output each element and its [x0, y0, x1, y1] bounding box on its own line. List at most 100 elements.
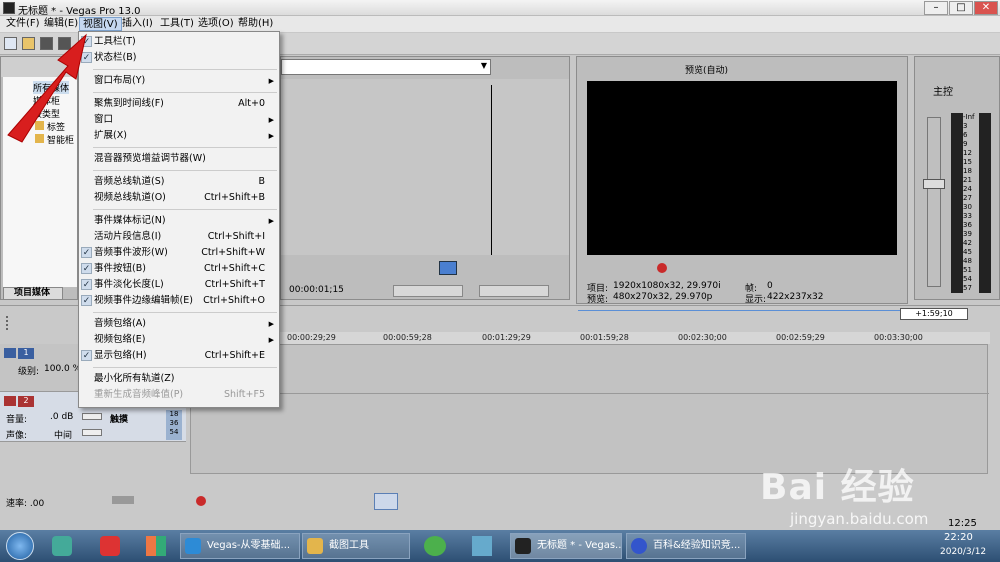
menu-help[interactable]: 帮助(H)	[235, 17, 276, 31]
menu-separator	[93, 312, 277, 313]
trimmer-source-dropdown[interactable]: ▼	[281, 59, 491, 75]
start-button[interactable]	[6, 532, 34, 560]
view-menu-item[interactable]: 混音器预览增益调节器(W)	[79, 151, 279, 167]
view-menu-item[interactable]: ✓ 工具栏(T)	[79, 34, 279, 50]
taskbar-item[interactable]: 截图工具	[302, 533, 410, 559]
menu-item-label: 音频事件波形(W)	[94, 247, 168, 258]
checkmark-icon: ✓	[81, 263, 92, 274]
watermark-url: jingyan.baidu.com	[790, 510, 929, 528]
master-bus-panel: 主控 -Inf 3 6 9 12 15 18 21 24 27 30 33 36 39 42 45 48 51 54…	[914, 56, 1000, 300]
menu-item-label: 音频包络(A)	[94, 318, 146, 329]
view-menu-item[interactable]: 音频包络(A) ▶	[79, 316, 279, 332]
view-menu-item[interactable]: ✓ 状态栏(B)	[79, 50, 279, 66]
preview-label: 预览:	[587, 295, 609, 305]
view-menu-dropdown: ✓ 工具栏(T) ✓ 状态栏(B) 窗口布局(Y) ▶ 聚焦到时间线(F) Alt+0 窗口 ▶ 扩…	[78, 31, 280, 408]
menu-item-shortcut: Ctrl+Shift+O	[203, 295, 265, 306]
grip-handle[interactable]	[6, 316, 10, 330]
meter-scale-label: 30	[963, 203, 972, 211]
record-icon[interactable]	[657, 263, 667, 273]
meter-scale-label: 48	[963, 257, 972, 265]
view-menu-item[interactable]: 最小化所有轨道(Z)	[79, 371, 279, 387]
view-menu-item[interactable]: 事件媒体标记(N) ▶	[79, 213, 279, 229]
view-menu-item[interactable]: 窗口 ▶	[79, 112, 279, 128]
menu-item-shortcut: Ctrl+Shift+B	[204, 192, 265, 203]
view-menu-item[interactable]: 扩展(X) ▶	[79, 128, 279, 144]
trimmer-mode-button[interactable]	[439, 261, 457, 275]
menu-tools[interactable]: 工具(T)	[157, 17, 197, 31]
volume-value: .0 dB	[50, 412, 74, 422]
menu-item-label: 聚焦到时间线(F)	[94, 98, 164, 109]
rate-slider[interactable]	[112, 496, 134, 504]
out-region-bar[interactable]	[479, 285, 549, 297]
pinned-app-icon[interactable]	[52, 536, 72, 556]
ruler-label: 00:01:29;29	[482, 333, 531, 342]
ruler-label: 00:02:59;29	[776, 333, 825, 342]
taskbar-item[interactable]: Vegas-从零基础...	[180, 533, 300, 559]
pinned-app-icon[interactable]	[100, 536, 120, 556]
menu-separator	[93, 209, 277, 210]
minimize-button[interactable]: –	[924, 1, 948, 15]
pinned-app-icon[interactable]	[146, 536, 166, 556]
automation-mode[interactable]: 触摸	[110, 412, 128, 425]
in-region-bar[interactable]	[393, 285, 463, 297]
track-number: 1	[18, 348, 34, 359]
vegas-app-icon	[3, 2, 15, 14]
maximize-button[interactable]: □	[949, 1, 973, 15]
meter-scale-label: 45	[963, 248, 972, 256]
menu-item-label: 最小化所有轨道(Z)	[94, 373, 175, 384]
master-fader-handle[interactable]	[923, 179, 945, 189]
taskbar-item-active[interactable]: 无标题 * - Vegas...	[510, 533, 622, 559]
sogou-icon	[185, 538, 201, 554]
record-icon[interactable]	[196, 496, 206, 506]
track-lanes[interactable]	[190, 344, 989, 474]
pinned-app-icon[interactable]	[472, 536, 492, 556]
folder-icon	[307, 538, 323, 554]
view-menu-item[interactable]: 聚焦到时间线(F) Alt+0	[79, 96, 279, 112]
menu-item-label: 重新生成音频峰值(P)	[94, 389, 184, 400]
view-menu-item[interactable]: 窗口布局(Y) ▶	[79, 73, 279, 89]
close-button[interactable]: ✕	[974, 1, 998, 15]
meter-scale-label: 15	[963, 158, 972, 166]
lane-divider	[191, 393, 989, 394]
window-title: 无标题 * - Vegas Pro 13.0	[18, 6, 141, 17]
menu-edit[interactable]: 编辑(E)	[41, 17, 81, 31]
menu-item-shortcut: Alt+0	[238, 98, 265, 109]
view-menu-item[interactable]: ✓ 视频事件边缘编辑帧(E) Ctrl+Shift+O	[79, 293, 279, 309]
preview-quality-dropdown[interactable]: 预览(自动)	[685, 63, 728, 76]
menu-item-label: 窗口	[94, 114, 114, 125]
menu-item-label: 混音器预览增益调节器(W)	[94, 153, 206, 164]
view-menu-item[interactable]: ✓ 显示包络(H) Ctrl+Shift+E	[79, 348, 279, 364]
level-value[interactable]: 100.0 %	[44, 364, 81, 374]
ruler-label: 00:02:30;00	[678, 333, 727, 342]
menu-view[interactable]: 视图(V)	[79, 17, 122, 31]
menu-item-shortcut: Ctrl+Shift+T	[204, 279, 265, 290]
menu-file[interactable]: 文件(F)	[3, 17, 43, 31]
view-menu-item[interactable]: ✓ 事件淡化长度(L) Ctrl+Shift+T	[79, 277, 279, 293]
pan-slider[interactable]	[82, 429, 102, 436]
view-menu-item[interactable]: 视频包络(E) ▶	[79, 332, 279, 348]
edit-tool-button[interactable]	[374, 493, 398, 510]
ruler-label: 00:01:59;28	[580, 333, 629, 342]
view-menu-item[interactable]: 音频总线轨道(S) B	[79, 174, 279, 190]
master-fader-track	[927, 117, 941, 287]
time-ruler[interactable]: 00:00:29;29 00:00:59;28 00:01:29;29 00:0…	[190, 332, 990, 344]
meter-label: 36	[169, 419, 179, 427]
menu-options[interactable]: 选项(O)	[195, 17, 237, 31]
view-menu-item[interactable]: 活动片段信息(I) Ctrl+Shift+I	[79, 229, 279, 245]
menu-insert[interactable]: 插入(I)	[119, 17, 156, 31]
menu-separator	[93, 170, 277, 171]
volume-slider[interactable]	[82, 413, 102, 420]
menu-item-label: 事件媒体标记(N)	[94, 215, 166, 226]
menu-item-label: 视频包络(E)	[94, 334, 146, 345]
meter-scale-label: 42	[963, 239, 972, 247]
submenu-arrow-icon: ▶	[268, 217, 274, 225]
taskbar-item[interactable]: 百科&经验知识竞...	[626, 533, 746, 559]
meter-label: 18	[169, 410, 179, 418]
wechat-icon[interactable]	[424, 536, 446, 556]
view-menu-item[interactable]: ✓ 事件按钮(B) Ctrl+Shift+C	[79, 261, 279, 277]
view-menu-item[interactable]: 视频总线轨道(O) Ctrl+Shift+B	[79, 190, 279, 206]
tab-project-media[interactable]: 项目媒体	[3, 287, 63, 300]
view-menu-item[interactable]: ✓ 音频事件波形(W) Ctrl+Shift+W	[79, 245, 279, 261]
meter-scale-label: 51	[963, 266, 972, 274]
menu-separator	[93, 367, 277, 368]
